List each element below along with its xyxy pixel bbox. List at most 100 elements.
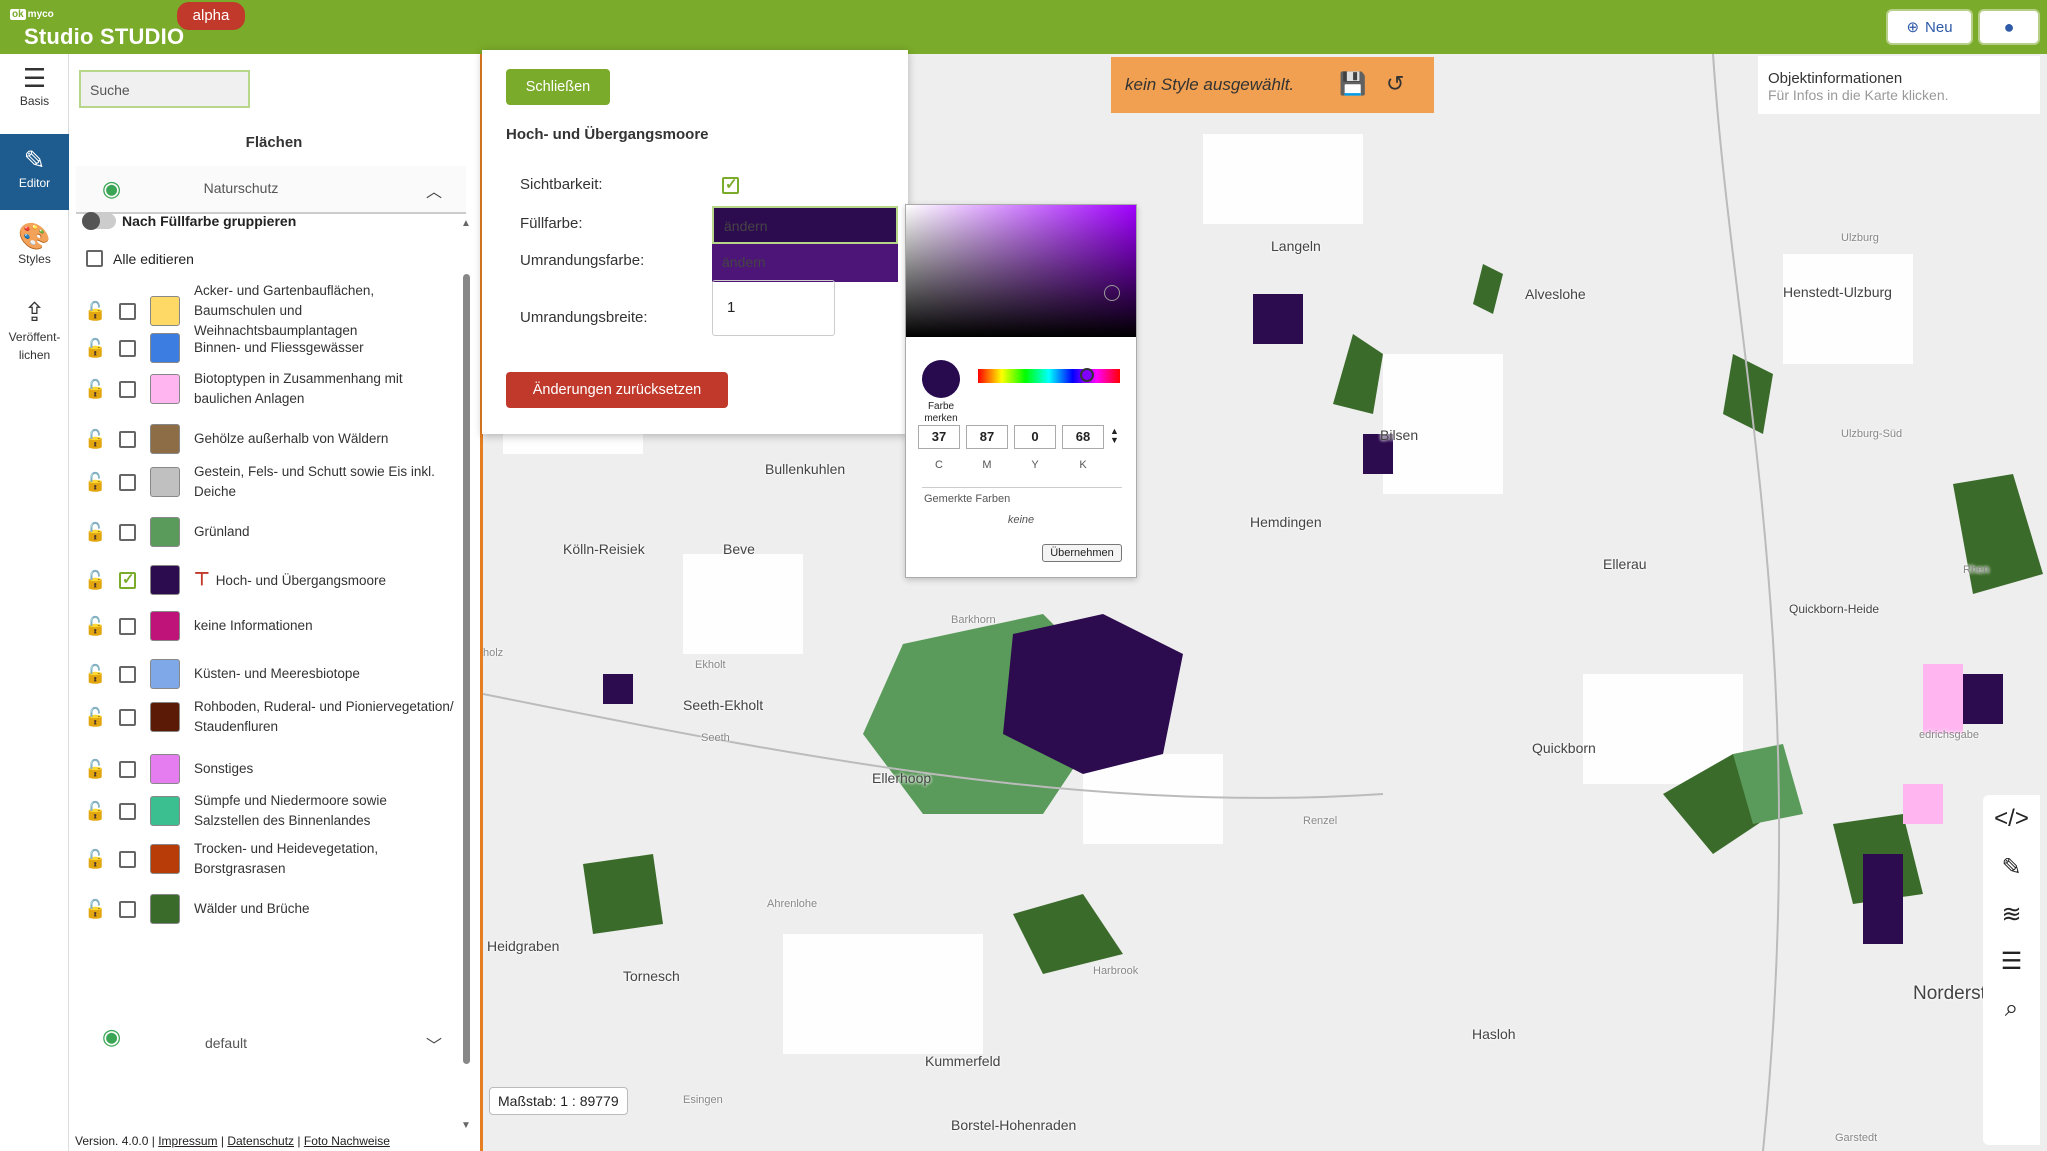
layers-icon[interactable]: ≋ xyxy=(1983,900,2040,929)
lock-icon[interactable]: 🔓 xyxy=(84,664,106,685)
rail-publish[interactable]: ⇪ Veröffent-lichen xyxy=(0,296,69,376)
layer-checkbox[interactable] xyxy=(119,570,136,589)
undo-icon[interactable]: ↺ xyxy=(1386,71,1404,97)
layer-checkbox[interactable] xyxy=(119,380,136,398)
chevron-down-icon[interactable]: ﹀ xyxy=(426,1032,442,1056)
visibility-checkbox[interactable] xyxy=(722,175,739,194)
color-swatch[interactable] xyxy=(150,894,180,924)
lock-icon[interactable]: 🔓 xyxy=(84,899,106,920)
sidebar-scrollbar[interactable]: ▲ ▼ xyxy=(461,164,471,1131)
lock-icon[interactable]: 🔓 xyxy=(84,429,106,450)
search-input[interactable]: Suche xyxy=(79,70,250,108)
color-swatch[interactable] xyxy=(150,702,180,732)
lock-icon[interactable]: 🔓 xyxy=(84,522,106,543)
layer-checkbox[interactable] xyxy=(119,430,136,448)
lock-icon[interactable]: 🔓 xyxy=(84,379,106,400)
layer-row[interactable]: 🔓 Grünland xyxy=(84,517,464,547)
layer-row-active[interactable]: 🔓 ⊤ Hoch- und Übergangsmoore xyxy=(84,565,464,595)
layer-checkbox[interactable] xyxy=(119,339,136,357)
layer-checkbox[interactable] xyxy=(119,708,136,726)
layer-checkbox[interactable] xyxy=(119,617,136,635)
layer-row[interactable]: 🔓 Gestein, Fels- und Schutt sowie Eis in… xyxy=(84,462,464,502)
k-input[interactable]: 68 xyxy=(1062,425,1104,449)
code-icon[interactable]: </> xyxy=(1983,805,2040,833)
lock-icon[interactable]: 🔓 xyxy=(84,301,106,322)
layer-checkbox[interactable] xyxy=(119,900,136,918)
layer-row[interactable]: 🔓 Wälder und Brüche xyxy=(84,894,464,924)
color-swatch[interactable] xyxy=(150,467,180,497)
edit-all-checkbox[interactable] xyxy=(86,250,103,267)
user-button[interactable]: ● xyxy=(1978,9,2040,45)
layer-row[interactable]: 🔓 keine Informationen xyxy=(84,611,464,641)
m-input[interactable]: 87 xyxy=(966,425,1008,449)
color-swatch[interactable] xyxy=(150,844,180,874)
y-input[interactable]: 0 xyxy=(1014,425,1056,449)
layer-row[interactable]: 🔓 Sonstiges xyxy=(84,754,464,784)
layer-row[interactable]: 🔓 Acker- und Gartenbauflächen, Baumschul… xyxy=(84,281,464,341)
saturation-value-area[interactable] xyxy=(906,205,1136,337)
toggle-switch[interactable] xyxy=(82,212,116,230)
lock-icon[interactable]: 🔓 xyxy=(84,707,106,728)
list-icon[interactable]: ☰ xyxy=(1983,947,2040,976)
close-button[interactable]: Schließen xyxy=(506,69,610,105)
c-input[interactable]: 37 xyxy=(918,425,960,449)
layer-row[interactable]: 🔓 Binnen- und Fliessgewässer xyxy=(84,333,464,363)
impressum-link[interactable]: Impressum xyxy=(158,1134,217,1148)
lock-icon[interactable]: 🔓 xyxy=(84,849,106,870)
hue-slider[interactable] xyxy=(978,368,1120,383)
rail-styles[interactable]: 🎨 Styles xyxy=(0,220,69,280)
color-swatch[interactable] xyxy=(150,296,180,326)
remember-color-button[interactable]: Farbe merken xyxy=(916,401,966,425)
lock-icon[interactable]: 🔓 xyxy=(84,570,106,591)
foto-link[interactable]: Foto Nachweise xyxy=(304,1134,390,1148)
lock-icon[interactable]: 🔓 xyxy=(84,759,106,780)
color-swatch[interactable] xyxy=(150,754,180,784)
layer-row[interactable]: 🔓 Gehölze außerhalb von Wäldern xyxy=(84,424,464,454)
rail-basis[interactable]: ☰ Basis xyxy=(0,62,69,122)
color-swatch[interactable] xyxy=(150,517,180,547)
color-swatch[interactable] xyxy=(150,611,180,641)
color-swatch[interactable] xyxy=(150,333,180,363)
color-swatch[interactable] xyxy=(150,374,180,404)
hue-knob[interactable] xyxy=(1080,368,1094,382)
scroll-down-icon[interactable]: ▼ xyxy=(461,1120,471,1131)
new-button[interactable]: ⊕ Neu xyxy=(1886,9,1973,45)
layer-checkbox[interactable] xyxy=(119,760,136,778)
chevron-up-icon[interactable]: ︿ xyxy=(426,178,442,202)
layer-checkbox[interactable] xyxy=(119,850,136,868)
layer-row[interactable]: 🔓 Sümpfe und Niedermoore sowie Salzstell… xyxy=(84,791,464,831)
edit-all-row[interactable]: Alle editieren xyxy=(86,250,194,267)
mode-switch-icon[interactable]: ▲ ▼ xyxy=(1110,427,1119,445)
lock-icon[interactable]: 🔓 xyxy=(84,472,106,493)
layer-row[interactable]: 🔓 Rohboden, Ruderal- und Pioniervegetati… xyxy=(84,697,464,737)
group-header-naturschutz[interactable]: ◉ Naturschutz ︿ xyxy=(76,166,466,214)
scroll-up-icon[interactable]: ▲ xyxy=(461,218,471,229)
color-swatch[interactable] xyxy=(150,796,180,826)
group-header-default[interactable]: ◉ default ﹀ xyxy=(76,1024,466,1064)
color-swatch[interactable] xyxy=(150,659,180,689)
edit-icon[interactable]: ✎ xyxy=(1983,853,2040,882)
sv-knob[interactable] xyxy=(1104,285,1120,301)
layer-row[interactable]: 🔓 Biotoptypen in Zusammenhang mit baulic… xyxy=(84,369,464,409)
color-swatch[interactable] xyxy=(150,424,180,454)
group-by-fill-toggle[interactable]: Nach Füllfarbe gruppieren xyxy=(82,212,296,230)
save-icon[interactable]: 💾 xyxy=(1339,71,1366,97)
layer-checkbox[interactable] xyxy=(119,473,136,491)
rail-editor[interactable]: ✎ Editor xyxy=(0,134,69,210)
layer-checkbox[interactable] xyxy=(119,302,136,320)
fill-color-field[interactable]: ändern xyxy=(712,206,898,244)
lock-icon[interactable]: 🔓 xyxy=(84,801,106,822)
lock-icon[interactable]: 🔓 xyxy=(84,616,106,637)
lock-icon[interactable]: 🔓 xyxy=(84,338,106,359)
stroke-width-input[interactable]: 1 xyxy=(712,280,835,336)
datenschutz-link[interactable]: Datenschutz xyxy=(227,1134,294,1148)
layer-row[interactable]: 🔓 Trocken- und Heidevegetation, Borstgra… xyxy=(84,839,464,879)
color-swatch[interactable] xyxy=(150,565,180,595)
layer-row[interactable]: 🔓 Küsten- und Meeresbiotope xyxy=(84,659,464,689)
layer-checkbox[interactable] xyxy=(119,665,136,683)
layer-checkbox[interactable] xyxy=(119,523,136,541)
scroll-thumb[interactable] xyxy=(463,274,470,1064)
reset-button[interactable]: Änderungen zurücksetzen xyxy=(506,372,728,408)
apply-color-button[interactable]: Übernehmen xyxy=(1042,544,1122,562)
search-icon[interactable]: ⌕ xyxy=(1983,995,2040,1023)
